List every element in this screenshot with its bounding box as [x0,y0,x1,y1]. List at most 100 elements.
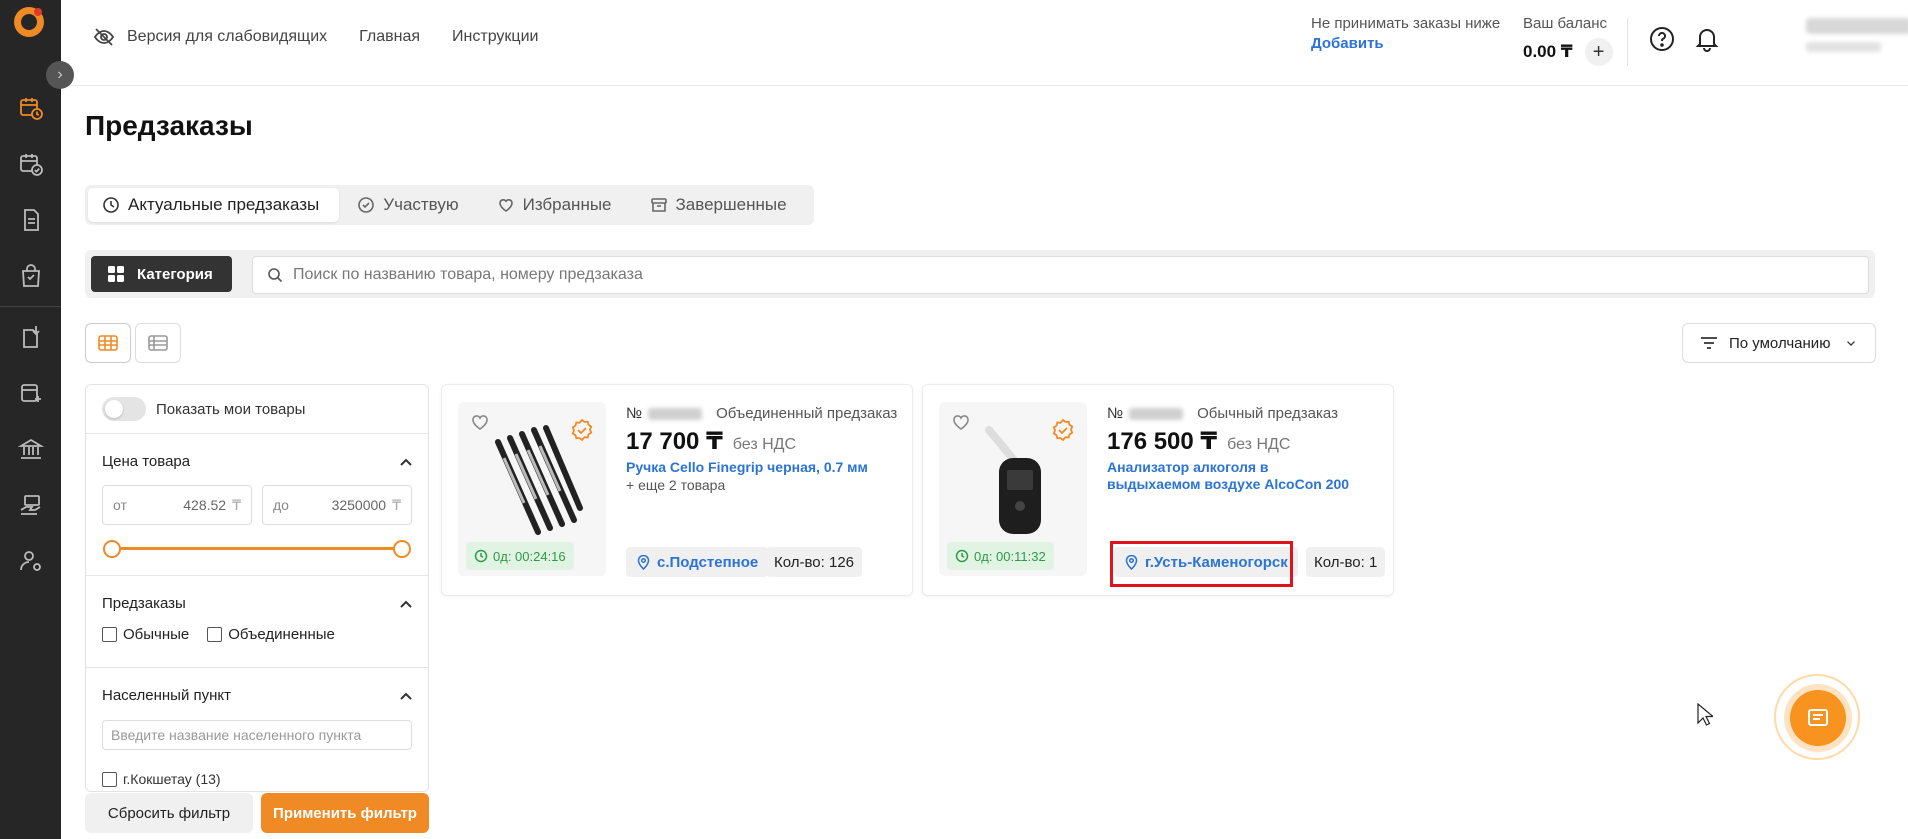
product-name-link[interactable]: Ручка Cello Finegrip черная, 0.7 мм [626,459,901,476]
chevron-down-icon [1847,341,1856,346]
eye-off-icon[interactable] [93,26,115,48]
tab-label: Завершенные [675,195,787,214]
tab-participating[interactable]: Участвую [343,188,478,222]
filter-panel: Показать мои товары Цена товара от 428.5… [85,384,429,792]
price-range-max-handle[interactable] [393,540,411,558]
price-from-input[interactable]: от 428.52 ₸ [102,485,252,525]
header-nav: Версия для слабовидящих Главная Инструкц… [93,26,570,48]
sort-dropdown[interactable]: По умолчанию [1682,323,1876,363]
timer-value: 0д: 00:11:32 [974,548,1046,564]
product-name-link[interactable]: Анализатор алкоголя в выдыхаемом воздухе… [1107,459,1357,493]
verified-badge-icon [571,418,593,442]
number-prefix: № [1107,405,1124,422]
locality-heading[interactable]: Населенный пункт [102,687,231,704]
location-badge: с.Подстепное [626,547,769,577]
clock-icon [955,549,969,563]
preorder-card[interactable]: 0д: 00:24:16 № Объединенный предзаказ 17… [441,384,913,596]
show-my-products-row: Показать мои товары [102,397,305,421]
help-icon[interactable] [1648,25,1676,53]
price-to-value: 3250000 [331,497,387,513]
page-title: Предзаказы [85,110,253,141]
search-icon [268,268,283,283]
sidebar-item-users[interactable] [0,533,61,589]
preorder-number [648,407,703,420]
tab-label: Участвую [383,195,459,214]
quantity-badge: Кол-во: 1 [1306,547,1386,577]
add-product-icon [20,384,41,402]
filter-divider [86,575,428,576]
tab-favorites[interactable]: Избранные [483,188,632,222]
avatar [1806,18,1908,34]
balance-label: Ваш баланс [1523,15,1608,32]
category-button[interactable]: Категория [91,256,232,292]
time-remaining-badge: 0д: 00:11:32 [947,542,1054,570]
grid-view-icon [98,335,118,351]
preorders-heading[interactable]: Предзаказы [102,595,186,612]
show-my-products-toggle[interactable] [102,397,146,421]
sidebar-item-bank[interactable] [0,421,61,477]
tab-label: Актуальные предзаказы [128,195,320,214]
locality-label: г.Кокшетау (13) [123,771,221,787]
list-view-button[interactable] [135,323,181,363]
regular-checkbox[interactable] [102,627,117,642]
locality-input[interactable]: Введите название населенного пункта [102,720,412,750]
grid-view-button[interactable] [85,323,131,363]
reset-filter-button[interactable]: Сбросить фильтр [85,793,253,833]
sidebar-item-add-product[interactable] [0,365,61,421]
sidebar-item-documents[interactable] [0,192,61,248]
sort-label: По умолчанию [1729,334,1831,352]
balance-add-button[interactable]: + [1584,38,1613,66]
price-to-input[interactable]: до 3250000 ₸ [262,485,412,525]
sidebar-item-payments[interactable] [0,477,61,533]
preorder-number-row: № Обычный предзаказ [1107,405,1338,422]
locality-checkbox[interactable] [102,771,117,787]
apply-filter-button[interactable]: Применить фильтр [261,793,429,833]
price-range-track[interactable] [112,547,402,550]
favorite-heart-icon[interactable] [470,412,490,432]
user-profile[interactable] [1806,18,1908,52]
sidebar-item-orders[interactable] [0,248,61,304]
price-heading[interactable]: Цена товара [102,453,190,470]
order-threshold: Не принимать заказы ниже Добавить [1311,14,1500,54]
product-image[interactable]: 0д: 00:11:32 [939,402,1087,576]
price-range-min-handle[interactable] [103,540,121,558]
balance: Ваш баланс 0.00 ₸ + [1523,14,1613,66]
search-input[interactable] [293,266,1793,284]
combined-checkbox[interactable] [207,627,223,642]
order-threshold-add-link[interactable]: Добавить [1311,34,1500,54]
chevron-up-icon[interactable] [398,689,414,705]
chevron-up-icon[interactable] [398,455,414,471]
tab-current-preorders[interactable]: Актуальные предзаказы [88,188,340,222]
chat-button[interactable] [1790,690,1846,746]
sidebar-expand-button[interactable]: › [46,61,74,89]
number-prefix: № [626,405,643,422]
user-settings-icon [19,551,41,571]
sidebar-menu [0,80,61,589]
product-image[interactable]: 0д: 00:24:16 [458,402,606,576]
sidebar-item-participating[interactable] [0,136,61,192]
logo-icon[interactable] [11,4,47,40]
sidebar-item-preorders[interactable] [0,80,61,136]
nav-link-home[interactable]: Главная [359,28,420,46]
tab-label: Избранные [522,195,612,214]
filter-divider [86,667,428,668]
document-icon [23,209,39,231]
calendar-check-icon [19,154,43,176]
bell-icon[interactable] [1693,24,1721,52]
nav-link-instructions[interactable]: Инструкции [452,28,538,46]
tab-completed[interactable]: Завершенные [636,188,807,222]
chevron-up-icon[interactable] [398,597,414,613]
location-label: с.Подстепное [657,553,759,571]
accessibility-link[interactable]: Версия для слабовидящих [127,28,327,46]
clock-icon [103,197,119,213]
balance-value: 0.00 ₸ [1523,42,1573,61]
vat-label: без НДС [732,436,797,453]
timer-value: 0д: 00:24:16 [493,548,566,564]
preorder-type-options: Обычные Объединенные [102,626,335,643]
quantity-badge: Кол-во: 126 [766,547,863,577]
preorder-number [1129,407,1184,420]
sidebar-item-import[interactable] [0,309,61,365]
verified-badge-icon [1052,418,1074,442]
shopping-bag-icon [21,264,40,287]
favorite-heart-icon[interactable] [951,412,971,432]
